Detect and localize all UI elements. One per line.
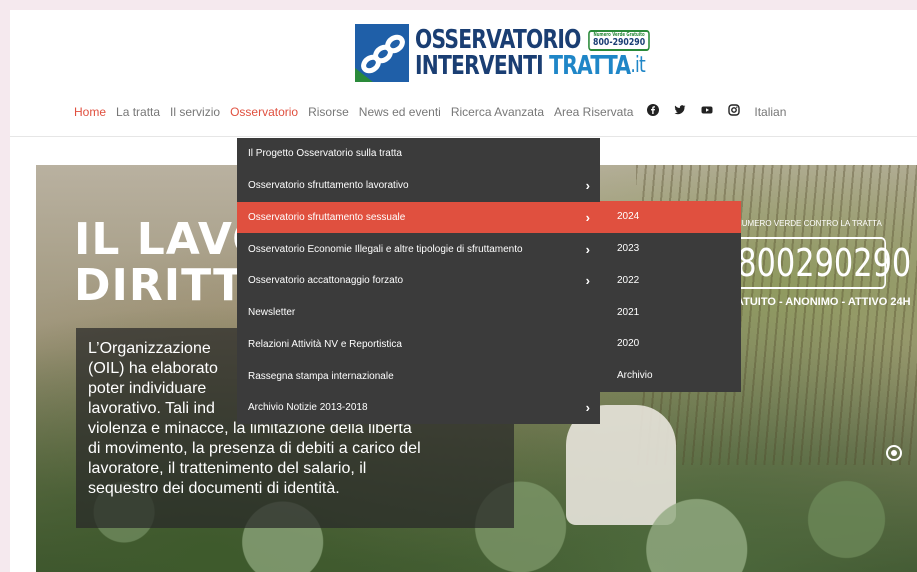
logo-line-1: OSSERVATORIO [415, 25, 581, 55]
osservatorio-dropdown: Il Progetto Osservatorio sulla tratta Os… [237, 138, 600, 424]
menu-item-relazioni[interactable]: Relazioni Attività NV e Reportistica [237, 329, 600, 361]
twitter-icon[interactable] [674, 104, 686, 119]
hero-text-line: lavoratore, il trattenimento del salario… [88, 460, 367, 477]
menu-item-sfruttamento-sessuale[interactable]: Osservatorio sfruttamento sessuale › [237, 201, 600, 234]
menu-item-label: Osservatorio accattonaggio forzato [248, 275, 404, 287]
menu-item-archivio-notizie[interactable]: Archivio Notizie 2013-2018 › [237, 392, 600, 424]
chevron-right-icon: › [585, 400, 590, 416]
nav-item-news-ed-eventi[interactable]: News ed eventi [359, 105, 441, 119]
menu-item-rassegna-stampa[interactable]: Rassegna stampa internazionale [237, 360, 600, 392]
menu-item-newsletter[interactable]: Newsletter [237, 297, 600, 329]
menu-item-label: Osservatorio sfruttamento lavorativo [248, 180, 409, 192]
menu-item-label: Il Progetto Osservatorio sulla tratta [248, 148, 402, 160]
menu-item-accattonaggio[interactable]: Osservatorio accattonaggio forzato › [237, 265, 600, 297]
menu-item-label: Rassegna stampa internazionale [248, 370, 394, 382]
hotline-subtitle: ATUITO - ANONIMO - ATTIVO 24H [736, 296, 911, 308]
submenu-item-label: 2022 [617, 274, 640, 286]
main-nav: Home La tratta Il servizio Osservatorio … [74, 104, 796, 119]
nav-item-home[interactable]: Home [74, 105, 106, 119]
menu-item-label: Osservatorio Economie Illegali e altre t… [248, 243, 523, 255]
submenu-item-2021[interactable]: 2021 [600, 296, 741, 328]
menu-item-label: Osservatorio sfruttamento sessuale [248, 211, 406, 223]
slider-control[interactable] [886, 445, 902, 461]
submenu-item-2022[interactable]: 2022 [600, 265, 741, 297]
nav-item-area-riservata[interactable]: Area Riservata [554, 105, 633, 119]
logo-line-2-accent: TRATTA [549, 51, 631, 81]
instagram-icon[interactable] [728, 104, 741, 119]
social-links [647, 104, 741, 119]
facebook-icon[interactable] [647, 104, 660, 119]
submenu-item-label: 2023 [617, 243, 640, 255]
nav-item-la-tratta[interactable]: La tratta [116, 105, 160, 119]
submenu-item-label: 2021 [617, 306, 640, 318]
logo-line-2: INTERVENTI [415, 51, 544, 81]
logo-suffix: .it [630, 53, 645, 78]
chevron-right-icon: › [585, 273, 590, 289]
submenu-item-label: 2020 [617, 338, 640, 350]
logo-mark-icon [355, 24, 409, 82]
nav-item-il-servizio[interactable]: Il servizio [170, 105, 220, 119]
chevron-right-icon: › [585, 241, 590, 257]
submenu-item-2020[interactable]: 2020 [600, 328, 741, 360]
hotline-badge: Numero Verde Gratuito 800-290290 [588, 29, 650, 51]
chevron-right-icon: › [585, 178, 590, 194]
menu-item-label: Relazioni Attività NV e Reportistica [248, 338, 402, 350]
sfruttamento-sessuale-submenu: 2024 2023 2022 2021 2020 Archivio [600, 201, 741, 392]
submenu-item-archivio[interactable]: Archivio [600, 360, 741, 392]
hotline-label: NUMERO VERDE CONTRO LA TRATTA [736, 219, 882, 228]
nav-item-risorse[interactable]: Risorse [308, 105, 349, 119]
submenu-item-label: 2024 [617, 211, 640, 223]
nav-divider [10, 136, 917, 137]
nav-item-ricerca-avanzata[interactable]: Ricerca Avanzata [451, 105, 544, 119]
menu-item-label: Newsletter [248, 307, 296, 319]
submenu-item-2024[interactable]: 2024 [600, 201, 741, 233]
submenu-item-label: Archivio [617, 370, 653, 382]
hero-text-line: sequestro dei documenti di identità. [88, 480, 340, 497]
submenu-item-2023[interactable]: 2023 [600, 233, 741, 265]
youtube-icon[interactable] [701, 104, 713, 119]
hotline-number: 800290290 [726, 237, 911, 289]
menu-item-sfruttamento-lavorativo[interactable]: Osservatorio sfruttamento lavorativo › [237, 170, 600, 202]
menu-item-label: Archivio Notizie 2013-2018 [248, 402, 368, 414]
language-selector[interactable]: Italian [754, 105, 786, 119]
hero-text-line: di movimento, la presenza di debiti a ca… [88, 440, 421, 457]
site-logo[interactable]: OSSERVATORIO Numero Verde Gratuito 800-2… [355, 24, 716, 82]
menu-item-progetto[interactable]: Il Progetto Osservatorio sulla tratta [237, 138, 600, 170]
page: OSSERVATORIO Numero Verde Gratuito 800-2… [10, 10, 917, 572]
menu-item-economie-illegali[interactable]: Osservatorio Economie Illegali e altre t… [237, 233, 600, 265]
nav-item-osservatorio[interactable]: Osservatorio [230, 105, 298, 119]
chevron-right-icon: › [585, 209, 590, 225]
badge-number: 800-290290 [593, 36, 646, 48]
